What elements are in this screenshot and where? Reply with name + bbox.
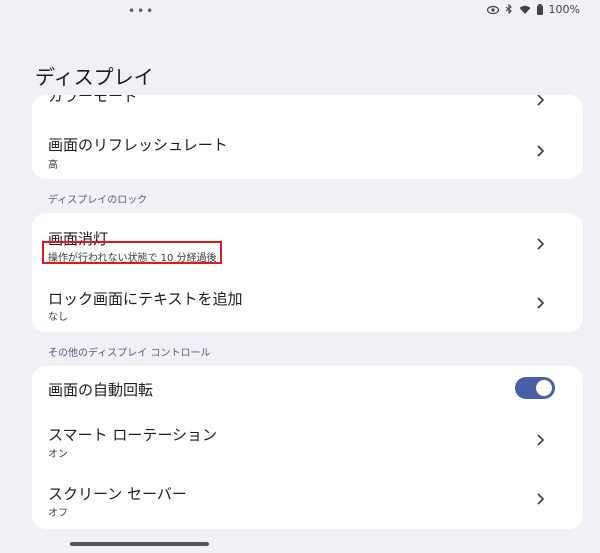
auto-rotate-title: 画面の自動回転 [48,381,154,399]
battery-icon [536,4,543,15]
chevron-right-icon [533,143,547,157]
battery-percent: 100% [548,3,580,16]
list-item-screen-saver[interactable]: スクリーン セーバー オフ [32,470,583,529]
status-icons: 100% [486,3,580,16]
smart-rotation-title: スマート ローテーション [48,426,218,444]
card-other-controls: 画面の自動回転 スマート ローテーション オン スクリーン セーバー オフ [32,366,583,529]
more-dots-icon: ••• [128,4,156,18]
highlight-box [42,241,222,264]
toggle-knob [536,380,552,396]
lock-screen-text-title: ロック画面にテキストを追加 [48,290,243,308]
screen-saver-title: スクリーン セーバー [48,485,187,503]
list-item-color-mode[interactable]: カラーモード [32,95,583,110]
bluetooth-icon [505,4,513,15]
chevron-right-icon [533,432,547,446]
auto-rotate-toggle[interactable] [515,377,555,399]
list-item-auto-rotate[interactable]: 画面の自動回転 [32,366,583,412]
refresh-rate-value: 高 [48,160,58,171]
chevron-right-icon [533,295,547,309]
status-bar: ••• 100% [0,0,600,22]
gesture-nav-bar[interactable] [70,542,209,546]
section-header-other: その他のディスプレイ コントロール [48,348,211,359]
refresh-rate-title: 画面のリフレッシュレート [48,136,228,154]
color-mode-title: カラーモード [48,95,139,105]
chevron-right-icon [533,236,547,250]
card-lock: 画面消灯 操作が行われない状態で 10 分経過後 ロック画面にテキストを追加 な… [32,213,583,332]
chevron-right-icon [533,95,547,106]
page-title: ディスプレイ [35,65,154,89]
list-item-refresh-rate[interactable]: 画面のリフレッシュレート 高 [32,123,583,177]
eye-icon [486,5,499,15]
list-item-smart-rotation[interactable]: スマート ローテーション オン [32,412,583,470]
card-display-mode: カラーモード 画面のリフレッシュレート 高 [32,95,583,179]
chevron-right-icon [533,491,547,505]
wifi-icon [519,5,531,15]
screen-saver-value: オフ [48,508,68,519]
list-item-lock-screen-text[interactable]: ロック画面にテキストを追加 なし [32,273,583,332]
smart-rotation-value: オン [48,449,68,460]
lock-screen-text-value: なし [48,312,68,323]
section-header-lock: ディスプレイのロック [48,195,148,206]
